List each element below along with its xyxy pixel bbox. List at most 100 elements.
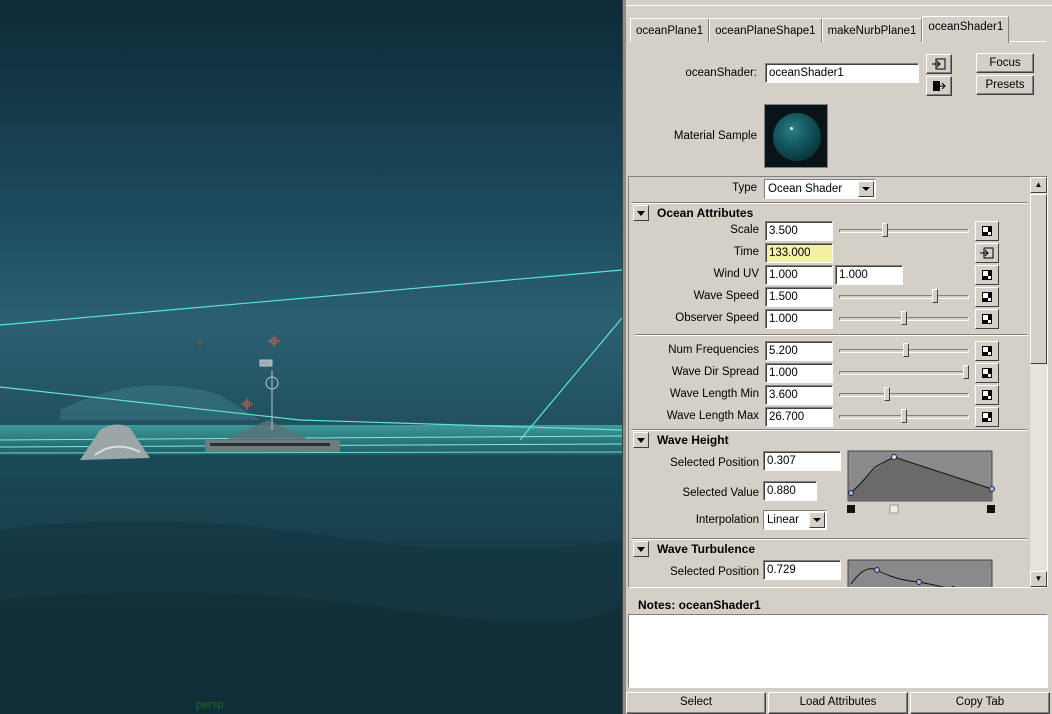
vertical-scrollbar[interactable]: ▲ ▼ xyxy=(1030,177,1047,587)
sample-highlight xyxy=(790,127,793,130)
notes-label: Notes: oceanShader1 xyxy=(638,598,761,612)
checker-icon xyxy=(982,270,992,280)
wave-height-selected-value-field[interactable]: 0.880 xyxy=(763,481,817,501)
shader-name-field[interactable]: oceanShader1 xyxy=(765,63,919,83)
checker-icon xyxy=(982,346,992,356)
num-frequencies-map-button[interactable] xyxy=(975,341,999,361)
wave-height-selected-position-field[interactable]: 0.307 xyxy=(763,451,841,471)
num-frequencies-slider[interactable] xyxy=(839,341,969,361)
checker-icon xyxy=(982,292,992,302)
output-arrow-icon xyxy=(933,81,946,91)
shader-name-label: oceanShader: xyxy=(685,67,757,79)
ocean-attributes-header[interactable]: Ocean Attributes xyxy=(633,204,753,222)
wave-height-header[interactable]: Wave Height xyxy=(633,431,729,449)
slider-knob[interactable] xyxy=(901,311,907,325)
wave-length-min-slider[interactable] xyxy=(839,385,969,405)
wave-length-max-field[interactable]: 26.700 xyxy=(765,407,833,427)
wave-dir-spread-slider[interactable] xyxy=(839,363,969,383)
wave-length-max-map-button[interactable] xyxy=(975,407,999,427)
scroll-up-icon[interactable]: ▲ xyxy=(1030,177,1047,193)
wave-height-curve xyxy=(847,450,995,514)
wave-dir-spread-field[interactable]: 1.000 xyxy=(765,363,833,383)
time-field[interactable]: 133.000 xyxy=(765,243,833,263)
tab-oceanplane1[interactable]: oceanPlane1 xyxy=(630,18,710,42)
num-frequencies-label: Num Frequencies xyxy=(668,344,759,356)
wave-turbulence-header[interactable]: Wave Turbulence xyxy=(633,540,755,558)
sample-sphere xyxy=(773,113,821,161)
observer-speed-field[interactable]: 1.000 xyxy=(765,309,833,329)
slider-knob[interactable] xyxy=(963,365,969,379)
wave-dir-spread-label: Wave Dir Spread xyxy=(671,366,759,378)
perspective-viewport[interactable]: persp xyxy=(0,0,622,714)
slider-knob[interactable] xyxy=(884,387,890,401)
presets-button[interactable]: Presets xyxy=(976,75,1034,95)
slider-knob[interactable] xyxy=(932,289,938,303)
wave-turbulence-selected-position-field[interactable]: 0.729 xyxy=(763,560,841,580)
notes-textarea[interactable] xyxy=(628,614,1048,688)
scale-field[interactable]: 3.500 xyxy=(765,221,833,241)
type-value: Ocean Shader xyxy=(768,183,843,195)
ocean-scene xyxy=(0,269,622,714)
scroll-down-icon[interactable]: ▼ xyxy=(1030,571,1047,587)
material-sample-swatch[interactable] xyxy=(764,104,828,168)
wave-length-min-map-button[interactable] xyxy=(975,385,999,405)
num-frequencies-field[interactable]: 5.200 xyxy=(765,341,833,361)
wave-speed-map-button[interactable] xyxy=(975,287,999,307)
wave-height-ramp[interactable] xyxy=(845,449,997,517)
slider-knob[interactable] xyxy=(903,343,909,357)
scale-map-button[interactable] xyxy=(975,221,999,241)
observer-speed-label: Observer Speed xyxy=(675,312,759,324)
input-arrow-icon xyxy=(980,247,994,259)
wave-turbulence-ramp[interactable] xyxy=(845,558,997,587)
focus-button[interactable]: Focus xyxy=(976,53,1034,73)
wave-height-selected-value-label: Selected Value xyxy=(682,487,759,499)
output-connections-button[interactable] xyxy=(926,76,952,96)
scroll-thumb[interactable] xyxy=(1030,194,1047,364)
input-connections-button[interactable] xyxy=(926,54,952,74)
tab-makenurbplane1[interactable]: makeNurbPlane1 xyxy=(821,18,923,42)
ocean-attributes-title: Ocean Attributes xyxy=(657,206,754,220)
wave-speed-slider[interactable] xyxy=(839,287,969,307)
wave-length-min-field[interactable]: 3.600 xyxy=(765,385,833,405)
wave-height-selected-position-label: Selected Position xyxy=(670,457,759,469)
checker-icon xyxy=(982,226,992,236)
checker-icon xyxy=(982,314,992,324)
slider-knob[interactable] xyxy=(901,409,907,423)
wave-speed-label: Wave Speed xyxy=(693,290,759,302)
wind-uv-label: Wind UV xyxy=(713,268,759,280)
slider-knob[interactable] xyxy=(882,223,888,237)
checker-icon xyxy=(982,368,992,378)
collapse-triangle-icon[interactable] xyxy=(633,205,649,221)
collapse-triangle-icon[interactable] xyxy=(633,432,649,448)
copy-tab-button[interactable]: Copy Tab xyxy=(910,692,1050,714)
collapse-triangle-icon[interactable] xyxy=(633,541,649,557)
interpolation-dropdown[interactable]: Linear xyxy=(763,510,827,530)
wave-height-title: Wave Height xyxy=(657,433,729,447)
material-sample-label: Material Sample xyxy=(673,130,757,142)
scale-label: Scale xyxy=(730,224,759,236)
tab-oceanshader1[interactable]: oceanShader1 xyxy=(922,16,1010,43)
wave-dir-spread-map-button[interactable] xyxy=(975,363,999,383)
wave-length-max-slider[interactable] xyxy=(839,407,969,427)
chevron-down-icon xyxy=(858,181,874,197)
wind-uv-map-button[interactable] xyxy=(975,265,999,285)
time-connection-button[interactable] xyxy=(975,243,999,263)
checker-icon xyxy=(982,390,992,400)
wind-u-field[interactable]: 1.000 xyxy=(765,265,833,285)
editor-top-edge xyxy=(626,0,1052,6)
type-dropdown[interactable]: Ocean Shader xyxy=(764,179,876,199)
select-button[interactable]: Select xyxy=(626,692,766,714)
observer-speed-slider[interactable] xyxy=(839,309,969,329)
tab-oceanplaneshape1[interactable]: oceanPlaneShape1 xyxy=(709,18,822,42)
checker-icon xyxy=(982,412,992,422)
wind-v-field[interactable]: 1.000 xyxy=(835,265,903,285)
load-attributes-button[interactable]: Load Attributes xyxy=(768,692,908,714)
input-arrow-icon xyxy=(932,58,946,70)
time-label: Time xyxy=(733,246,759,258)
scale-slider[interactable] xyxy=(839,221,969,241)
node-tabs: oceanPlane1 oceanPlaneShape1 makeNurbPla… xyxy=(630,16,1046,43)
wave-speed-field[interactable]: 1.500 xyxy=(765,287,833,307)
observer-speed-map-button[interactable] xyxy=(975,309,999,329)
attributes-scroll-panel[interactable]: Type Ocean Shader Ocean Attributes Scale… xyxy=(628,176,1048,588)
attribute-editor: oceanPlane1 oceanPlaneShape1 makeNurbPla… xyxy=(626,0,1052,714)
